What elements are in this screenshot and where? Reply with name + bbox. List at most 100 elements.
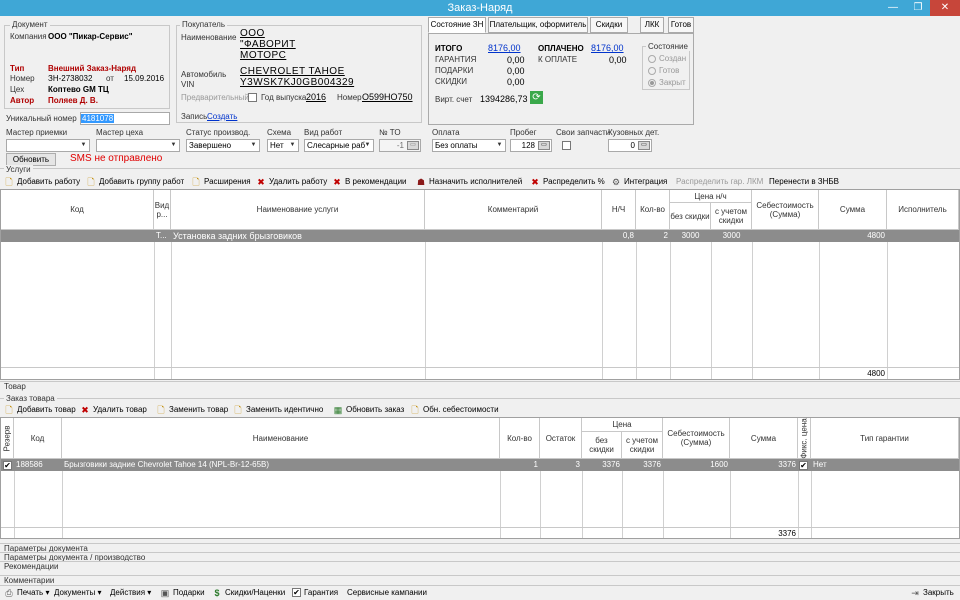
col-goods-no-discount[interactable]: без скидки bbox=[582, 432, 622, 459]
section-recommendations[interactable]: Рекомендации bbox=[0, 561, 960, 571]
own-parts-checkbox[interactable] bbox=[562, 141, 571, 150]
status-label: Статус производ. bbox=[186, 128, 251, 137]
warranty-label: ГАРАНТИЯ bbox=[435, 55, 477, 64]
delete-work-button[interactable]: ✖ Удалить работу bbox=[256, 176, 327, 189]
state-option-ready[interactable]: Готов bbox=[648, 66, 679, 75]
year-value: 2016 bbox=[306, 92, 327, 102]
add-work-group-button[interactable]: 🗋 Добавить группу работ bbox=[86, 176, 184, 189]
table-row[interactable]: Т... Установка задних брызговиков 0,8 2 … bbox=[1, 230, 959, 242]
print-menu[interactable]: ⎙ Печать ▾ bbox=[4, 587, 49, 600]
section-doc-production[interactable]: Параметры документа / производство bbox=[0, 552, 960, 562]
col-goods-code[interactable]: Код bbox=[14, 418, 62, 459]
move-to-znbv-button[interactable]: Перенести в ЗНБВ bbox=[769, 176, 839, 189]
section-doc-params[interactable]: Параметры документа bbox=[0, 543, 960, 553]
tab-payer[interactable]: Плательщик, оформитель bbox=[488, 17, 588, 33]
status-select[interactable]: Завершено ▼ bbox=[186, 139, 260, 152]
col-code[interactable]: Код bbox=[1, 190, 154, 230]
paid-value: 8176,00 bbox=[591, 43, 624, 53]
col-goods-stock[interactable]: Остаток bbox=[540, 418, 582, 459]
fix-price-checkbox[interactable] bbox=[798, 459, 811, 471]
close-window-icon[interactable]: ✕ bbox=[930, 0, 960, 16]
record-create-link[interactable]: Создать bbox=[207, 112, 237, 121]
discounts-markups-button[interactable]: $ Скидки/Наценки bbox=[212, 587, 285, 600]
discounts-value: 0,00 bbox=[507, 77, 525, 87]
col-goods-qty[interactable]: Кол-во bbox=[500, 418, 540, 459]
body-parts-field[interactable]: 0 ▭ bbox=[608, 139, 652, 152]
goods-footer-sum: 3376 bbox=[778, 529, 796, 538]
record-label: Запись bbox=[181, 112, 208, 121]
documents-menu[interactable]: Документы ▾ bbox=[54, 587, 102, 600]
section-comments[interactable]: Комментарии bbox=[0, 575, 960, 585]
state-option-created[interactable]: Создан bbox=[648, 54, 686, 63]
update-icon: ▦ bbox=[333, 404, 343, 415]
mileage-field[interactable]: 128 ▭ bbox=[510, 139, 552, 152]
assign-executors-button[interactable]: ☗ Назначить исполнителей bbox=[416, 176, 522, 189]
calculator-icon: ▭ bbox=[638, 141, 650, 150]
col-goods-cost[interactable]: Себестоимость (Сумма) bbox=[663, 418, 730, 459]
service-campaigns-button[interactable]: Сервисные кампании bbox=[347, 587, 427, 600]
col-nh[interactable]: Н/Ч bbox=[602, 190, 636, 230]
col-goods-name[interactable]: Наименование bbox=[62, 418, 500, 459]
add-work-button[interactable]: 🗋 Добавить работу bbox=[4, 176, 80, 189]
gifts-button[interactable]: ▣ Подарки bbox=[160, 587, 205, 600]
prelim-label: Предварительный bbox=[181, 93, 249, 102]
col-warranty-type[interactable]: Тип гарантии bbox=[811, 418, 959, 459]
ready-button[interactable]: Готов bbox=[668, 17, 694, 33]
col-price-with-discount[interactable]: с учетом скидки bbox=[711, 203, 752, 230]
col-price-no-discount[interactable]: без скидки bbox=[670, 203, 711, 230]
col-fix-price[interactable]: Фикс. цена bbox=[798, 418, 811, 459]
replace-identical-button[interactable]: 🗋 Заменить идентично bbox=[233, 404, 323, 417]
col-service-name[interactable]: Наименование услуги bbox=[171, 190, 425, 230]
warranty-checkbox[interactable]: Гарантия bbox=[292, 587, 338, 600]
close-button[interactable]: ⇥ Закрыть bbox=[910, 587, 954, 600]
row-price-no-discount: 3000 bbox=[681, 231, 700, 240]
lkk-button[interactable]: ЛКК bbox=[640, 17, 664, 33]
col-goods-sum[interactable]: Сумма bbox=[730, 418, 798, 459]
master-reception-select[interactable]: ▼ bbox=[6, 139, 90, 152]
col-type[interactable]: Вид р... bbox=[154, 190, 171, 230]
integration-button[interactable]: ⚙ Интеграция bbox=[611, 176, 667, 189]
services-footer-sum: 4800 bbox=[867, 369, 885, 378]
minimize-icon[interactable]: — bbox=[880, 0, 906, 16]
col-goods-with-discount[interactable]: с учетом скидки bbox=[622, 432, 663, 459]
scheme-select[interactable]: Нет ▼ bbox=[267, 139, 299, 152]
add-goods-button[interactable]: 🗋 Добавить товар bbox=[4, 404, 75, 417]
update-cost-button[interactable]: 🗋 Обн. себестоимости bbox=[410, 404, 498, 417]
extensions-button[interactable]: 🗋 Расширения bbox=[191, 176, 250, 189]
col-sum[interactable]: Сумма bbox=[819, 190, 887, 230]
actions-menu[interactable]: Действия ▾ bbox=[110, 587, 151, 600]
restore-icon[interactable]: ❐ bbox=[906, 0, 930, 16]
row-goods-qty: 1 bbox=[533, 460, 538, 469]
tab-order-state[interactable]: Состояние ЗН bbox=[428, 17, 486, 33]
to-number-field[interactable]: -1 ▭ bbox=[379, 139, 421, 152]
state-option-closed[interactable]: Закрыт bbox=[648, 78, 686, 87]
user-icon: ☗ bbox=[416, 176, 426, 187]
master-shop-label: Мастер цеха bbox=[96, 128, 144, 137]
col-executor[interactable]: Исполнитель bbox=[887, 190, 959, 230]
distribute-lkm-button[interactable]: Распределить гар. ЛКМ bbox=[676, 176, 763, 189]
goods-section[interactable]: Товар bbox=[0, 381, 960, 391]
refresh-icon[interactable]: ⟳ bbox=[530, 91, 543, 104]
replace-goods-button[interactable]: 🗋 Заменить товар bbox=[156, 404, 228, 417]
update-order-button[interactable]: ▦ Обновить заказ bbox=[333, 404, 405, 417]
col-qty[interactable]: Кол-во bbox=[636, 190, 670, 230]
work-type-select[interactable]: Слесарные раб ▼ bbox=[304, 139, 374, 152]
unique-number-field[interactable]: 4181078 bbox=[80, 112, 170, 125]
buyer-name-box: ООО "ФАВОРИТ МОТОРС bbox=[240, 28, 304, 62]
table-row[interactable]: 188586 Брызговики задние Chevrolet Tahoe… bbox=[1, 459, 959, 471]
payment-select[interactable]: Без оплаты ▼ bbox=[432, 139, 506, 152]
distribute-percent-button[interactable]: ✖ Распределить % bbox=[530, 176, 605, 189]
reserve-checkbox[interactable] bbox=[2, 459, 14, 471]
author-label: Автор bbox=[10, 96, 35, 105]
col-reserve[interactable]: Резерв bbox=[1, 418, 14, 459]
col-comment[interactable]: Комментарий bbox=[425, 190, 602, 230]
prelim-checkbox[interactable] bbox=[248, 93, 257, 102]
delete-goods-button[interactable]: ✖ Удалить товар bbox=[80, 404, 147, 417]
date-from-label: от bbox=[106, 74, 114, 83]
goods-order-divider bbox=[0, 398, 960, 399]
col-cost[interactable]: Себестоимость (Сумма) bbox=[752, 190, 819, 230]
to-recommendations-button[interactable]: ✖ В рекомендации bbox=[332, 176, 406, 189]
master-shop-select[interactable]: ▼ bbox=[96, 139, 180, 152]
tab-discounts[interactable]: Скидки bbox=[590, 17, 628, 33]
chevron-down-icon: ▼ bbox=[364, 142, 371, 148]
